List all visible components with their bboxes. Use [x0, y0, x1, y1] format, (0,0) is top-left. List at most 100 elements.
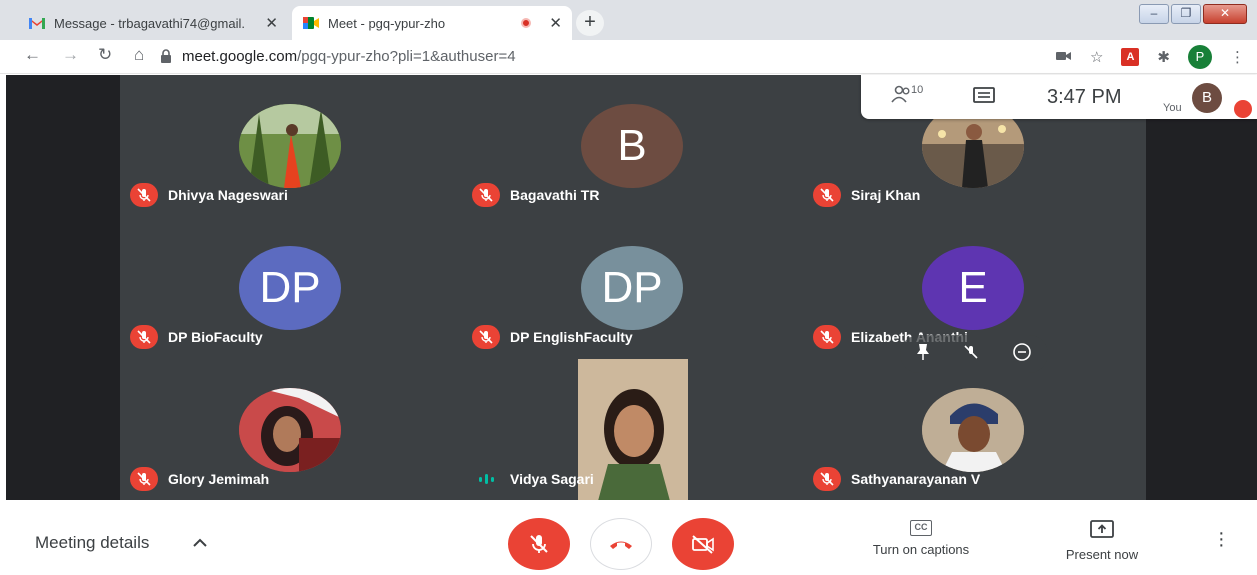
new-tab-button[interactable]: + [576, 10, 604, 36]
tab-gmail-close-icon[interactable]: ✕ [265, 14, 278, 32]
window-controls: – ❐ ✕ [1139, 4, 1247, 24]
browser-tab-bar: Message - trbagavathi74@gmail. ✕ Meet - … [0, 0, 1257, 40]
participant-tile[interactable]: DP DP EnglishFaculty [462, 217, 802, 359]
toolbar-icons: ☆ A ✱ P ⋮ [1055, 45, 1245, 69]
tab-meet-title: Meet - pgq-ypur-zho [328, 15, 446, 31]
present-now-label: Present now [1065, 547, 1139, 562]
participant-name: Vidya Sagari [510, 471, 594, 487]
participant-name-row: DP BioFaculty [130, 325, 263, 349]
participant-name-row: Glory Jemimah [130, 467, 269, 491]
camera-toggle-button[interactable] [672, 518, 734, 570]
browser-menu-icon[interactable]: ⋮ [1230, 48, 1245, 66]
meeting-details-button[interactable]: Meeting details [35, 533, 149, 553]
tile-hover-controls [900, 335, 1048, 373]
participant-photo [239, 104, 341, 188]
home-icon[interactable]: ⌂ [134, 45, 144, 65]
participant-name-row: Vidya Sagari [472, 467, 594, 491]
closed-captions-icon: CC [910, 520, 932, 536]
window-close-icon[interactable]: ✕ [1203, 4, 1247, 24]
muted-mic-icon [813, 467, 841, 491]
forward-icon[interactable]: → [62, 45, 79, 65]
chevron-up-icon[interactable] [193, 535, 207, 553]
lock-icon [161, 49, 171, 63]
speaking-indicator-icon [472, 467, 500, 491]
pin-icon[interactable] [916, 343, 930, 366]
url-host: meet.google.com [182, 48, 298, 65]
more-options-icon[interactable]: · · · [1218, 523, 1225, 555]
chat-icon[interactable] [973, 87, 995, 112]
participant-tile[interactable]: Dhivya Nageswari [120, 75, 460, 217]
participant-photo [922, 388, 1024, 472]
gmail-icon [28, 16, 46, 30]
pdf-extension-icon[interactable]: A [1121, 48, 1140, 66]
meeting-clock: 3:47 PM [1047, 86, 1122, 108]
microphone-toggle-button[interactable] [508, 518, 570, 570]
present-screen-icon [1056, 520, 1148, 541]
participant-name-row: Siraj Khan [813, 183, 920, 207]
participant-tile-video[interactable]: Vidya Sagari [462, 359, 802, 501]
participant-avatar: DP [581, 246, 683, 330]
participant-name: Bagavathi TR [510, 187, 600, 203]
present-now-button[interactable]: Present now [1056, 520, 1148, 562]
url-path: /pgq-ypur-zho?pli=1&authuser=4 [297, 48, 516, 65]
you-label: You [1163, 102, 1182, 114]
camera-blocked-icon[interactable] [1055, 49, 1072, 66]
meeting-stage: Dhivya Nageswari B Bagavathi TR Siraj Kh… [6, 75, 1257, 501]
tab-gmail-title: Message - trbagavathi74@gmail. [54, 15, 245, 31]
muted-mic-icon [472, 325, 500, 349]
participant-name: DP EnglishFaculty [510, 329, 633, 345]
participant-name: Glory Jemimah [168, 471, 270, 487]
participant-name-row: Bagavathi TR [472, 183, 599, 207]
participant-name: Siraj Khan [851, 187, 921, 203]
camera-off-icon [692, 535, 714, 554]
captions-label: Turn on captions [872, 542, 970, 557]
minimize-icon[interactable]: – [1139, 4, 1169, 24]
leave-call-button[interactable] [590, 518, 652, 570]
muted-mic-icon [813, 183, 841, 207]
participant-tile[interactable]: Sathyanarayanan V [803, 359, 1143, 501]
reload-icon[interactable]: ↻ [98, 45, 112, 65]
participant-tile[interactable]: DP DP BioFaculty [120, 217, 460, 359]
tab-meet[interactable]: Meet - pgq-ypur-zho ✕ [292, 6, 572, 40]
restore-icon[interactable]: ❐ [1171, 4, 1201, 24]
mute-participant-icon[interactable] [963, 344, 979, 365]
tab-gmail[interactable]: Message - trbagavathi74@gmail. ✕ [18, 6, 288, 40]
participant-name-row: Sathyanarayanan V [813, 467, 980, 491]
tab-meet-close-icon[interactable]: ✕ [549, 14, 562, 32]
meet-icon [302, 16, 320, 30]
people-icon[interactable] [891, 85, 913, 108]
participant-avatar: B [581, 104, 683, 188]
profile-avatar[interactable]: P [1188, 45, 1212, 69]
mic-off-icon [530, 535, 548, 553]
remove-participant-icon[interactable] [1012, 342, 1032, 367]
meeting-controls-bar: Meeting details CC Turn on captions Pres… [0, 500, 1257, 575]
participant-avatar: DP [239, 246, 341, 330]
back-icon[interactable]: ← [24, 45, 41, 65]
self-avatar[interactable]: B [1192, 83, 1222, 113]
extensions-icon[interactable]: ✱ [1157, 48, 1170, 66]
participant-name: Dhivya Nageswari [168, 187, 288, 203]
captions-button[interactable]: CC Turn on captions [862, 520, 980, 557]
participant-name-row: Dhivya Nageswari [130, 183, 288, 207]
participant-video [578, 359, 688, 501]
participant-tile[interactable]: B Bagavathi TR [462, 75, 802, 217]
hang-up-icon [610, 541, 632, 549]
browser-toolbar: ← → ↻ ⌂ meet.google.com/pgq-ypur-zho?pli… [0, 40, 1257, 74]
meeting-info-panel: 10 3:47 PM You B [861, 75, 1257, 119]
participant-tile[interactable]: Glory Jemimah [120, 359, 460, 501]
participant-photo [239, 388, 341, 472]
self-muted-icon [1234, 100, 1252, 118]
participant-name-row: DP EnglishFaculty [472, 325, 633, 349]
bookmark-star-icon[interactable]: ☆ [1090, 48, 1103, 66]
muted-mic-icon [130, 325, 158, 349]
address-bar[interactable]: meet.google.com/pgq-ypur-zho?pli=1&authu… [182, 48, 516, 65]
participant-avatar: E [922, 246, 1024, 330]
muted-mic-icon [472, 183, 500, 207]
people-count: 10 [911, 84, 924, 96]
muted-mic-icon [813, 325, 841, 349]
participant-name: DP BioFaculty [168, 329, 263, 345]
muted-mic-icon [130, 467, 158, 491]
recording-icon [521, 18, 532, 28]
participant-name: Sathyanarayanan V [851, 471, 981, 487]
muted-mic-icon [130, 183, 158, 207]
